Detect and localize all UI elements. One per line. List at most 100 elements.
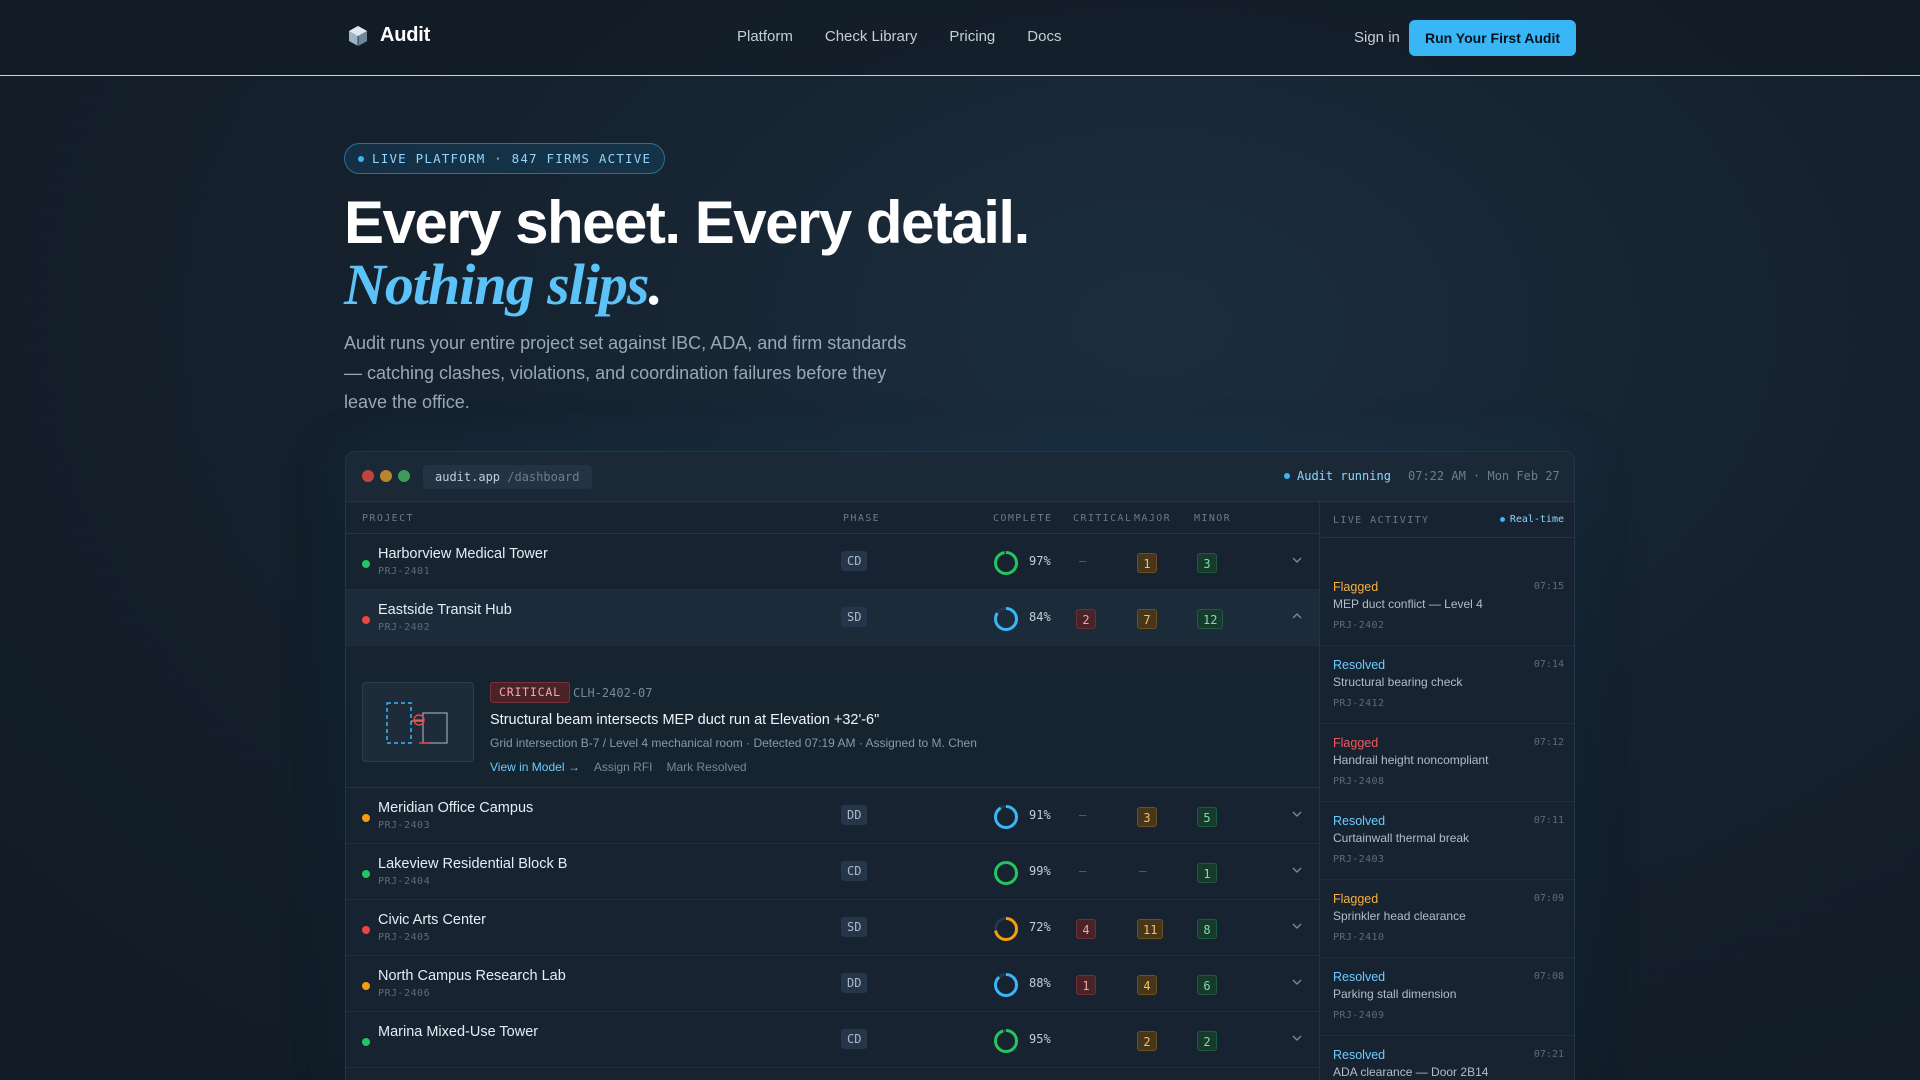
minor-count: 8 bbox=[1197, 919, 1217, 939]
audit-running-status: Audit running bbox=[1284, 469, 1391, 483]
running-dot-icon bbox=[1284, 473, 1290, 479]
chevron-down-icon[interactable] bbox=[1290, 919, 1304, 933]
brand[interactable]: Audit bbox=[348, 24, 430, 47]
clash-diagram-icon bbox=[386, 702, 448, 744]
assign-rfi-link[interactable]: Assign RFI bbox=[594, 760, 653, 774]
window-clock: 07:22 AM · Mon Feb 27 bbox=[1408, 469, 1560, 483]
view-in-model-link[interactable]: View in Model → bbox=[490, 760, 580, 774]
table-row[interactable]: Lakeview Residential Block B PRJ-2404 CD 99… bbox=[346, 844, 1319, 900]
critical-count: — bbox=[1079, 864, 1087, 878]
progress-ring bbox=[994, 805, 1018, 829]
minimize-dot-icon[interactable] bbox=[380, 470, 392, 482]
activity-item[interactable]: Flagged 07:15 MEP duct conflict — Level 4 P… bbox=[1321, 568, 1574, 646]
major-count: 3 bbox=[1137, 807, 1157, 827]
url-bar[interactable]: audit.app /dashboard bbox=[423, 465, 592, 489]
nav-link-pricing[interactable]: Pricing bbox=[949, 28, 995, 45]
project-name: Civic Arts Center bbox=[378, 912, 486, 928]
phase-badge: CD bbox=[841, 861, 868, 881]
table-header: PROJECT PHASE COMPLETE CRITICAL MAJOR MI… bbox=[346, 502, 1319, 534]
phase-badge: DD bbox=[841, 973, 868, 993]
nav-link-platform[interactable]: Platform bbox=[737, 28, 793, 45]
activity-project-id: PRJ-2402 bbox=[1333, 620, 1385, 631]
status-dot-icon bbox=[362, 1038, 370, 1046]
activity-description: Curtainwall thermal break bbox=[1333, 831, 1470, 845]
live-platform-pill: LIVE PLATFORM · 847 FIRMS ACTIVE bbox=[344, 143, 666, 174]
activity-description: Structural bearing check bbox=[1333, 675, 1463, 689]
hero-headline-accent: Nothing slips. bbox=[344, 250, 663, 320]
mark-resolved-link[interactable]: Mark Resolved bbox=[667, 760, 747, 774]
project-name: Harborview Medical Tower bbox=[378, 546, 548, 562]
hero-subtitle: Audit runs your entire project set again… bbox=[344, 333, 907, 412]
critical-count: — bbox=[1079, 808, 1087, 822]
clash-id: CLH-2402-07 bbox=[573, 686, 653, 700]
activity-time: 07:11 bbox=[1533, 815, 1564, 826]
activity-item[interactable]: Resolved07:21ADA clearance — Door 2B14PR… bbox=[1321, 1036, 1574, 1080]
project-name: Lakeview Residential Block B bbox=[378, 856, 568, 872]
progress-ring bbox=[994, 917, 1018, 941]
critical-count: — bbox=[1079, 554, 1087, 568]
close-dot-icon[interactable] bbox=[362, 470, 374, 482]
sign-in-link[interactable]: Sign in bbox=[1354, 29, 1400, 46]
realtime-indicator: Real-time bbox=[1499, 514, 1564, 525]
maximize-dot-icon[interactable] bbox=[398, 470, 410, 482]
major-count: — bbox=[1139, 864, 1147, 878]
chevron-down-icon[interactable] bbox=[1290, 1031, 1304, 1045]
projects-table: PROJECT PHASE COMPLETE CRITICAL MAJOR MI… bbox=[346, 502, 1320, 1080]
activity-project-id: PRJ-2408 bbox=[1333, 776, 1385, 787]
critical-count: 4 bbox=[1076, 919, 1096, 939]
activity-project-id: PRJ-2410 bbox=[1333, 932, 1385, 943]
top-nav: Audit Platform Check Library Pricing Doc… bbox=[0, 0, 1920, 76]
clash-detail-panel: CRITICAL CLH-2402-07 Structural beam int… bbox=[346, 670, 1319, 788]
activity-status: Flagged bbox=[1333, 736, 1379, 750]
minor-count: 3 bbox=[1197, 553, 1217, 573]
table-row[interactable]: Marina Mixed-Use Tower CD 95% 2 2 bbox=[346, 1012, 1319, 1068]
activity-item[interactable]: Resolved 07:14 Structural bearing check PRJ… bbox=[1321, 646, 1574, 724]
activity-item[interactable]: Resolved 07:08 Parking stall dimension PRJ-… bbox=[1321, 958, 1574, 1036]
url-path: /dashboard bbox=[500, 470, 580, 484]
project-name: Eastside Transit Hub bbox=[378, 602, 512, 618]
chevron-down-icon[interactable] bbox=[1290, 553, 1304, 567]
status-dot-icon bbox=[362, 982, 370, 990]
activity-header: LIVE ACTIVITY Real-time bbox=[1321, 502, 1574, 538]
col-complete: COMPLETE bbox=[993, 513, 1053, 524]
activity-description: MEP duct conflict — Level 4 bbox=[1333, 597, 1483, 611]
activity-item[interactable]: Flagged 07:12 Handrail height noncompliant… bbox=[1321, 724, 1574, 802]
realtime-label: Real-time bbox=[1509, 514, 1564, 525]
run-first-audit-button[interactable]: Run Your First Audit bbox=[1409, 20, 1576, 56]
chevron-down-icon[interactable] bbox=[1290, 863, 1304, 877]
chevron-down-icon[interactable] bbox=[1290, 807, 1304, 821]
minor-count: 6 bbox=[1197, 975, 1217, 995]
table-row[interactable]: Eastside Transit Hub PRJ-2402 SD 84% 2 7 12 bbox=[346, 590, 1319, 646]
nav-link-docs[interactable]: Docs bbox=[1027, 28, 1061, 45]
table-row[interactable]: Harborview Medical Tower PRJ-2401 CD 97% — 1 3 bbox=[346, 534, 1319, 590]
activity-status: Resolved bbox=[1333, 970, 1386, 984]
chevron-up-icon[interactable] bbox=[1290, 609, 1304, 623]
major-count: 4 bbox=[1137, 975, 1157, 995]
col-major: MAJOR bbox=[1134, 513, 1172, 524]
complete-percent: 97% bbox=[1029, 554, 1051, 568]
chevron-down-icon[interactable] bbox=[1290, 975, 1304, 989]
table-row[interactable]: North Campus Research Lab PRJ-2406 DD 88% 1 4… bbox=[346, 956, 1319, 1012]
project-id: PRJ-2403 bbox=[378, 820, 431, 831]
progress-ring bbox=[994, 973, 1018, 997]
activity-description: ADA clearance — Door 2B14 bbox=[1333, 1065, 1489, 1079]
table-row[interactable]: Meridian Office Campus PRJ-2403 DD 91% — 3 5 bbox=[346, 788, 1319, 844]
complete-percent: 84% bbox=[1029, 610, 1051, 624]
major-count: 2 bbox=[1137, 1031, 1157, 1051]
activity-project-id: PRJ-2403 bbox=[1333, 854, 1385, 865]
nav-link-check-library[interactable]: Check Library bbox=[825, 28, 918, 45]
table-row[interactable]: Civic Arts Center PRJ-2405 SD 72% 4 11 8 bbox=[346, 900, 1319, 956]
activity-item[interactable]: Flagged 07:09 Sprinkler head clearance PRJ-… bbox=[1321, 880, 1574, 958]
activity-item[interactable]: Resolved 07:11 Curtainwall thermal break PR… bbox=[1321, 802, 1574, 880]
clash-meta: Grid intersection B-7 / Level 4 mechanic… bbox=[490, 736, 977, 750]
live-activity-panel: LIVE ACTIVITY Real-time Flagged 07:15 MEP … bbox=[1321, 502, 1574, 1080]
activity-time: 07:21 bbox=[1533, 1049, 1564, 1060]
critical-count: 1 bbox=[1076, 975, 1096, 995]
live-dot-icon bbox=[358, 155, 364, 162]
dashboard-window: audit.app /dashboard Audit running 07:22… bbox=[345, 451, 1575, 1080]
activity-status: Flagged bbox=[1333, 892, 1379, 906]
activity-time: 07:08 bbox=[1533, 971, 1564, 982]
minor-count: 1 bbox=[1197, 863, 1217, 883]
complete-percent: 99% bbox=[1029, 864, 1051, 878]
clash-thumbnail[interactable] bbox=[362, 682, 474, 762]
